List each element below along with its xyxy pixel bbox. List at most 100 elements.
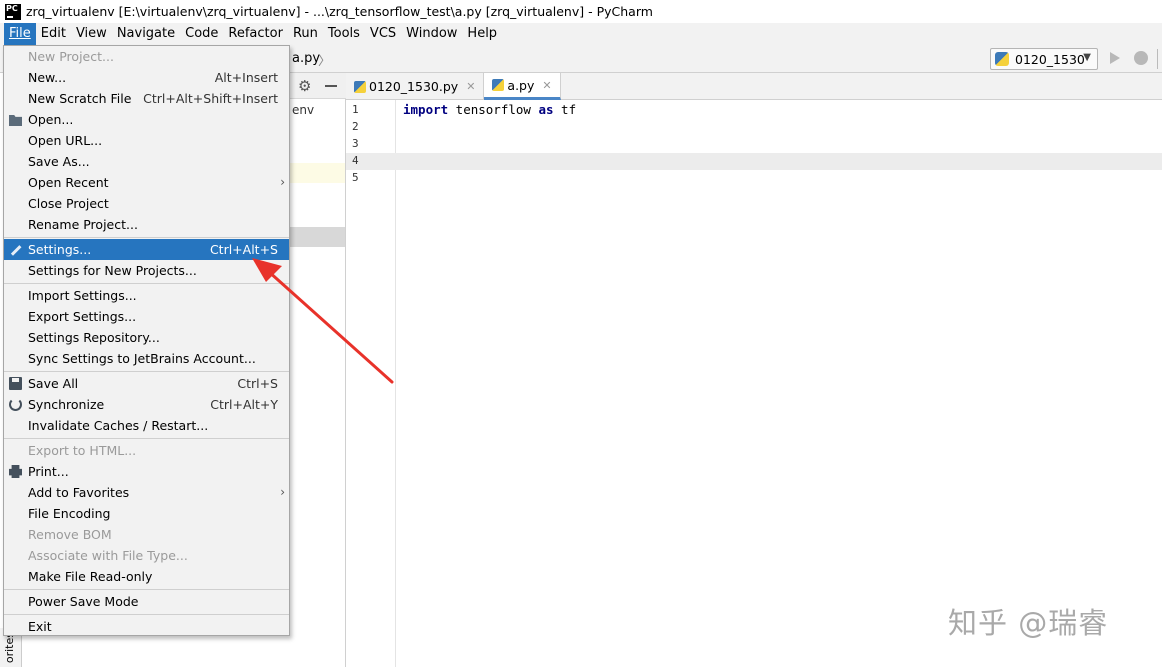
menu-separator: [4, 614, 289, 615]
menu-item-exit[interactable]: Exit: [4, 616, 289, 637]
menu-code-label: Code: [185, 26, 219, 41]
menu-view[interactable]: View: [71, 23, 112, 45]
tab-a-py[interactable]: a.py ✕: [484, 73, 561, 100]
menu-item-label: File Encoding: [28, 506, 111, 521]
close-icon[interactable]: ✕: [466, 80, 475, 93]
print-icon: [9, 465, 22, 478]
menu-item-new[interactable]: New... Alt+Insert: [4, 67, 289, 88]
menu-item-remove-bom[interactable]: Remove BOM: [4, 524, 289, 545]
run-configuration-dropdown[interactable]: 0120_1530 ▼: [990, 48, 1098, 70]
menu-tools[interactable]: Tools: [323, 23, 365, 45]
menu-item-label: Close Project: [28, 196, 109, 211]
hide-panel-icon[interactable]: [325, 85, 337, 87]
menu-item-settings-repository[interactable]: Settings Repository...: [4, 327, 289, 348]
title-bar: PC zrq_virtualenv [E:\virtualenv\zrq_vir…: [0, 0, 1162, 23]
menu-item-label: Invalidate Caches / Restart...: [28, 418, 209, 433]
menu-item-shortcut: Alt+Insert: [214, 70, 278, 85]
menu-refactor-label: Refactor: [228, 26, 283, 41]
menu-item-close-project[interactable]: Close Project: [4, 193, 289, 214]
menu-item-rename-project[interactable]: Rename Project...: [4, 214, 289, 235]
menu-separator: [4, 589, 289, 590]
editor-tabs: 0120_1530.py ✕ a.py ✕: [346, 73, 1162, 100]
menu-item-label: Synchronize: [28, 397, 105, 412]
menu-item-import-settings[interactable]: Import Settings...: [4, 285, 289, 306]
line-number: 2: [352, 120, 359, 133]
menu-help[interactable]: Help: [462, 23, 502, 45]
menu-window[interactable]: Window: [401, 23, 462, 45]
wrench-icon: [9, 243, 22, 256]
menu-file[interactable]: File: [4, 23, 36, 45]
close-icon[interactable]: ✕: [542, 79, 551, 92]
menu-item-label: Exit: [28, 619, 52, 634]
menu-separator: [4, 283, 289, 284]
app-icon-text: PC: [6, 3, 18, 13]
menu-item-sync-settings[interactable]: Sync Settings to JetBrains Account...: [4, 348, 289, 369]
menu-item-new-project[interactable]: New Project...: [4, 46, 289, 67]
menu-item-label: Import Settings...: [28, 288, 137, 303]
menu-item-export-html[interactable]: Export to HTML...: [4, 440, 289, 461]
menu-item-save-all[interactable]: Save All Ctrl+S: [4, 373, 289, 394]
menu-item-print[interactable]: Print...: [4, 461, 289, 482]
project-tree-highlight-row[interactable]: [290, 163, 345, 183]
menu-item-settings[interactable]: Settings... Ctrl+Alt+S: [4, 239, 289, 260]
menu-code[interactable]: Code: [180, 23, 223, 45]
menu-item-label: Add to Favorites: [28, 485, 130, 500]
menu-bar: File Edit View Navigate Code Refactor Ru…: [0, 23, 1162, 45]
file-menu-dropdown: New Project... New... Alt+Insert New Scra…: [3, 45, 290, 636]
code-editor[interactable]: 1 2 3 4 5 import tensorflow as tf: [346, 100, 1162, 667]
menu-navigate[interactable]: Navigate: [112, 23, 180, 45]
menu-item-open-recent[interactable]: Open Recent ›: [4, 172, 289, 193]
run-configuration-label: 0120_1530: [1015, 51, 1085, 67]
debug-icon[interactable]: [1134, 51, 1148, 65]
menu-item-label: Rename Project...: [28, 217, 138, 232]
menu-vcs[interactable]: VCS: [365, 23, 401, 45]
submenu-arrow-icon: ›: [280, 175, 285, 189]
tab-0120-1530-py[interactable]: 0120_1530.py ✕: [346, 73, 485, 100]
menu-item-save-as[interactable]: Save As...: [4, 151, 289, 172]
menu-window-label: Window: [406, 26, 458, 41]
menu-item-label: Power Save Mode: [28, 594, 139, 609]
menu-item-associate-file-type[interactable]: Associate with File Type...: [4, 545, 289, 566]
menu-view-label: View: [75, 26, 107, 41]
menu-item-label: Save As...: [28, 154, 90, 169]
menu-item-shortcut: Ctrl+S: [237, 376, 278, 391]
menu-item-open-url[interactable]: Open URL...: [4, 130, 289, 151]
pycharm-logo-icon: PC: [5, 3, 21, 20]
sync-icon: [9, 398, 22, 411]
menu-item-export-settings[interactable]: Export Settings...: [4, 306, 289, 327]
menu-run-label: Run: [292, 26, 318, 41]
menu-file-label: File: [9, 26, 31, 41]
folder-icon: [9, 114, 22, 126]
python-file-icon: [995, 52, 1009, 66]
menu-item-label: Make File Read-only: [28, 569, 153, 584]
project-tree-selected-row[interactable]: [290, 227, 345, 247]
menu-item-add-to-favorites[interactable]: Add to Favorites ›: [4, 482, 289, 503]
menu-item-power-save-mode[interactable]: Power Save Mode: [4, 591, 289, 612]
menu-separator: [4, 371, 289, 372]
breadcrumb-file[interactable]: a.py: [292, 51, 320, 66]
save-icon: [9, 377, 22, 390]
menu-edit[interactable]: Edit: [36, 23, 71, 45]
menu-item-settings-new-projects[interactable]: Settings for New Projects...: [4, 260, 289, 281]
menu-item-label: Open Recent: [28, 175, 109, 190]
window-title: zrq_virtualenv [E:\virtualenv\zrq_virtua…: [26, 4, 653, 19]
menu-edit-label: Edit: [40, 26, 66, 41]
menu-item-label: New...: [28, 70, 67, 85]
menu-item-open[interactable]: Open...: [4, 109, 289, 130]
menu-item-file-encoding[interactable]: File Encoding: [4, 503, 289, 524]
tab-label: 0120_1530.py: [369, 79, 459, 94]
menu-item-make-read-only[interactable]: Make File Read-only: [4, 566, 289, 587]
menu-run[interactable]: Run: [288, 23, 323, 45]
run-icon[interactable]: [1110, 52, 1120, 64]
gear-icon[interactable]: ⚙: [298, 77, 311, 95]
menu-item-new-scratch-file[interactable]: New Scratch File Ctrl+Alt+Shift+Insert: [4, 88, 289, 109]
menu-item-label: Remove BOM: [28, 527, 112, 542]
menu-item-label: New Scratch File: [28, 91, 132, 106]
python-file-icon: [354, 80, 366, 93]
menu-item-synchronize[interactable]: Synchronize Ctrl+Alt+Y: [4, 394, 289, 415]
code-line-1[interactable]: import tensorflow as tf: [403, 102, 576, 117]
menu-item-invalidate-caches[interactable]: Invalidate Caches / Restart...: [4, 415, 289, 436]
menu-item-shortcut: Ctrl+Alt+S: [209, 242, 278, 257]
tab-label: a.py: [507, 77, 535, 93]
menu-refactor[interactable]: Refactor: [223, 23, 288, 45]
